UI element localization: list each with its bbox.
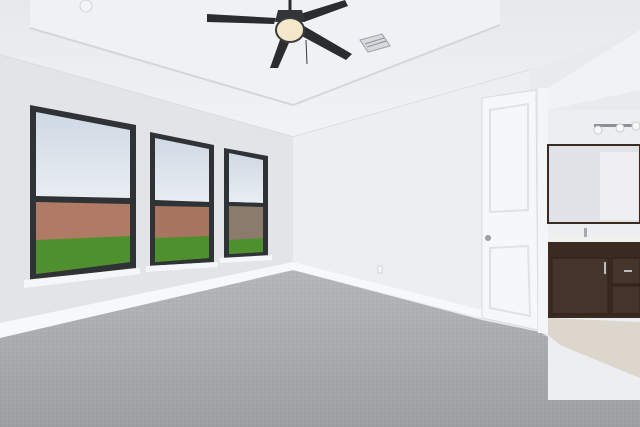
window-left	[30, 105, 136, 280]
wall-outlet	[377, 265, 383, 274]
bedroom-photo	[0, 0, 640, 427]
smoke-detector	[79, 0, 93, 13]
door-handle[interactable]	[485, 235, 491, 241]
window-center	[150, 132, 214, 266]
room-illustration	[0, 0, 640, 427]
bathroom-view	[547, 30, 640, 400]
window-right	[224, 148, 268, 258]
bedroom-door[interactable]	[481, 89, 539, 331]
